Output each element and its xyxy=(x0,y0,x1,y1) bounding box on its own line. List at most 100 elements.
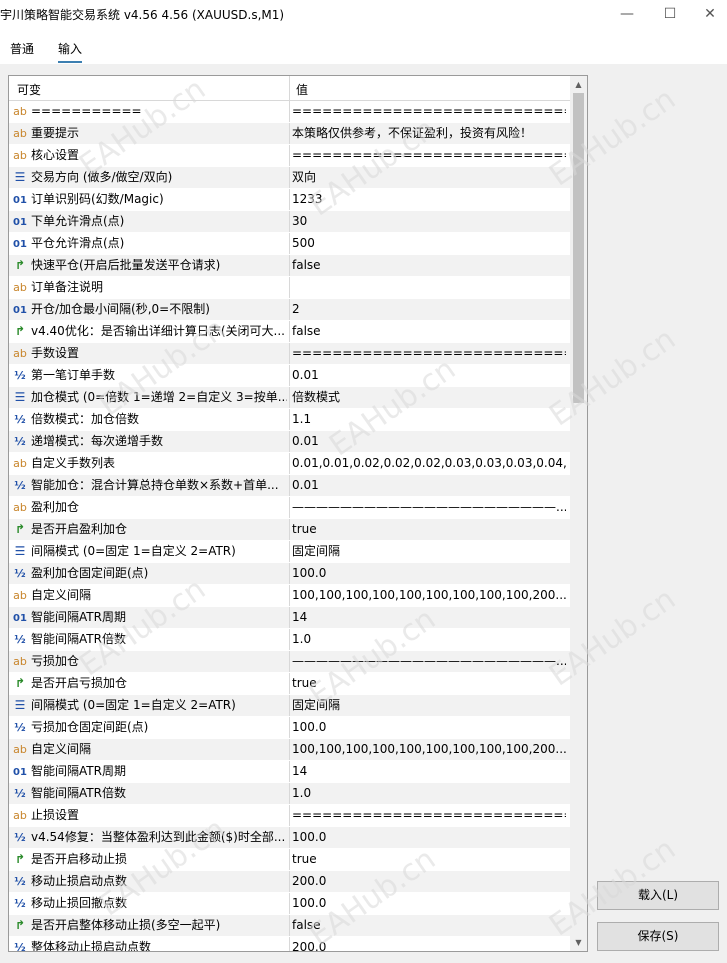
parameter-value[interactable]: false xyxy=(292,255,566,276)
parameter-value[interactable]: 固定间隔 xyxy=(292,695,566,716)
vertical-scrollbar[interactable]: ▲ ▼ xyxy=(570,76,587,951)
parameter-value[interactable]: 100.0 xyxy=(292,717,566,738)
table-row[interactable]: 01 智能间隔ATR周期 14 xyxy=(9,607,570,629)
table-row[interactable]: 01 订单识别码(幻数/Magic) 1233 xyxy=(9,189,570,211)
scroll-down-arrow-icon[interactable]: ▼ xyxy=(570,934,587,951)
table-row[interactable]: ab 亏损加仓 ——————————————————————... xyxy=(9,651,570,673)
table-row[interactable]: ↱ 是否开启盈利加仓 true xyxy=(9,519,570,541)
table-row[interactable]: ☰ 加仓模式 (0=倍数 1=递增 2=自定义 3=按单... 倍数模式 xyxy=(9,387,570,409)
table-row[interactable]: ½ 盈利加仓固定间距(点) 100.0 xyxy=(9,563,570,585)
column-separator[interactable] xyxy=(289,76,290,100)
parameter-value[interactable]: 500 xyxy=(292,233,566,254)
parameter-value[interactable]: ——————————————————————... xyxy=(292,497,566,518)
table-row[interactable]: ½ 第一笔订单手数 0.01 xyxy=(9,365,570,387)
parameter-value[interactable]: false xyxy=(292,915,566,936)
table-row[interactable]: ab 止损设置 ================================..… xyxy=(9,805,570,827)
save-button[interactable]: 保存(S) xyxy=(597,922,719,951)
parameter-value[interactable]: 1.0 xyxy=(292,783,566,804)
column-header-value[interactable]: 值 xyxy=(296,81,308,98)
parameter-value[interactable]: 100,100,100,100,100,100,100,100,100,200.… xyxy=(292,585,566,606)
parameter-value[interactable]: 1.0 xyxy=(292,629,566,650)
parameter-value[interactable]: 100.0 xyxy=(292,827,566,848)
maximize-button[interactable]: ☐ xyxy=(655,4,685,24)
parameter-value[interactable]: 100,100,100,100,100,100,100,100,100,200.… xyxy=(292,739,566,760)
table-row[interactable]: ↱ v4.40优化：是否输出详细计算日志(关闭可大... false xyxy=(9,321,570,343)
table-row[interactable]: ½ 移动止损启动点数 200.0 xyxy=(9,871,570,893)
parameter-value[interactable]: 0.01,0.01,0.02,0.02,0.02,0.03,0.03,0.03,… xyxy=(292,453,566,474)
cell-separator xyxy=(289,277,290,298)
scroll-up-arrow-icon[interactable]: ▲ xyxy=(570,76,587,93)
table-row[interactable]: ½ 整体移动止损启动点数 200.0 xyxy=(9,937,570,951)
table-row[interactable]: ☰ 间隔模式 (0=固定 1=自定义 2=ATR) 固定间隔 xyxy=(9,541,570,563)
table-row[interactable]: ½ 倍数模式：加仓倍数 1.1 xyxy=(9,409,570,431)
table-row[interactable]: ½ 智能间隔ATR倍数 1.0 xyxy=(9,629,570,651)
parameter-value[interactable]: 14 xyxy=(292,761,566,782)
parameter-value[interactable]: 固定间隔 xyxy=(292,541,566,562)
tab-inputs[interactable]: 输入 xyxy=(58,40,83,63)
table-row[interactable]: 01 下单允许滑点(点) 30 xyxy=(9,211,570,233)
table-row[interactable]: ab 自定义间隔 100,100,100,100,100,100,100,100,1… xyxy=(9,739,570,761)
parameter-value[interactable]: 本策略仅供参考，不保证盈利，投资有风险！ xyxy=(292,123,566,144)
table-row[interactable]: ↱ 快速平仓(开启后批量发送平仓请求) false xyxy=(9,255,570,277)
table-row[interactable]: ↱ 是否开启亏损加仓 true xyxy=(9,673,570,695)
parameter-value[interactable]: true xyxy=(292,849,566,870)
parameter-name-cell: ½ 盈利加仓固定间距(点) xyxy=(12,563,287,584)
parameter-value[interactable]: 100.0 xyxy=(292,563,566,584)
parameter-value[interactable]: 0.01 xyxy=(292,431,566,452)
parameter-value[interactable]: 倍数模式 xyxy=(292,387,566,408)
table-row[interactable]: ½ 智能间隔ATR倍数 1.0 xyxy=(9,783,570,805)
table-row[interactable]: ½ 智能加仓：混合计算总持仓单数×系数+首单... 0.01 xyxy=(9,475,570,497)
table-row[interactable]: ab =========== ===========================… xyxy=(9,101,570,123)
parameter-value[interactable]: 1.1 xyxy=(292,409,566,430)
parameter-value[interactable]: ================================... xyxy=(292,343,566,364)
table-row[interactable]: ab 核心设置 ================================..… xyxy=(9,145,570,167)
parameter-value[interactable]: ================================... xyxy=(292,805,566,826)
table-row[interactable]: ½ 递增模式：每次递增手数 0.01 xyxy=(9,431,570,453)
parameter-value[interactable]: 100.0 xyxy=(292,893,566,914)
parameter-value[interactable]: 200.0 xyxy=(292,871,566,892)
cell-separator xyxy=(289,255,290,276)
table-row[interactable]: ☰ 交易方向 (做多/做空/双向) 双向 xyxy=(9,167,570,189)
load-button[interactable]: 载入(L) xyxy=(597,881,719,910)
column-header-variable[interactable]: 可变 xyxy=(17,81,41,98)
table-row[interactable]: ½ 亏损加仓固定间距(点) 100.0 xyxy=(9,717,570,739)
parameter-value[interactable]: 200.0 xyxy=(292,937,566,951)
parameter-name: =========== xyxy=(31,104,142,118)
parameter-value[interactable]: 14 xyxy=(292,607,566,628)
table-row[interactable]: 01 平仓允许滑点(点) 500 xyxy=(9,233,570,255)
table-row[interactable]: ½ 移动止损回撤点数 100.0 xyxy=(9,893,570,915)
parameter-value[interactable]: 双向 xyxy=(292,167,566,188)
parameter-value[interactable] xyxy=(292,277,566,298)
tab-general[interactable]: 普通 xyxy=(10,40,34,61)
parameter-value[interactable]: true xyxy=(292,673,566,694)
parameter-value[interactable]: 0.01 xyxy=(292,365,566,386)
table-row[interactable]: ab 订单备注说明 xyxy=(9,277,570,299)
close-button[interactable]: ✕ xyxy=(695,4,725,24)
table-row[interactable]: ↱ 是否开启移动止损 true xyxy=(9,849,570,871)
table-row[interactable]: ab 盈利加仓 ——————————————————————... xyxy=(9,497,570,519)
table-row[interactable]: ab 自定义手数列表 0.01,0.01,0.02,0.02,0.02,0.03,0… xyxy=(9,453,570,475)
parameter-value[interactable]: false xyxy=(292,321,566,342)
parameter-value[interactable]: ================================... xyxy=(292,145,566,166)
parameter-value[interactable]: 30 xyxy=(292,211,566,232)
table-row[interactable]: ↱ 是否开启整体移动止损(多空一起平) false xyxy=(9,915,570,937)
parameter-value[interactable]: true xyxy=(292,519,566,540)
parameter-value[interactable]: 2 xyxy=(292,299,566,320)
table-row[interactable]: 01 智能间隔ATR周期 14 xyxy=(9,761,570,783)
minimize-button[interactable]: — xyxy=(612,4,642,24)
parameter-value[interactable]: ================================... xyxy=(292,101,566,122)
parameters-grid[interactable]: 可变 值 ab =========== ======================… xyxy=(8,75,588,952)
parameter-name-cell: ↱ v4.40优化：是否输出详细计算日志(关闭可大... xyxy=(12,321,287,342)
parameter-value[interactable]: ——————————————————————... xyxy=(292,651,566,672)
scrollbar-thumb[interactable] xyxy=(573,93,584,403)
table-row[interactable]: 01 开仓/加仓最小间隔(秒,0=不限制) 2 xyxy=(9,299,570,321)
enum-type-icon: ☰ xyxy=(14,390,26,404)
table-row[interactable]: ab 手数设置 ================================..… xyxy=(9,343,570,365)
bool-type-icon: ↱ xyxy=(14,676,26,690)
table-row[interactable]: ☰ 间隔模式 (0=固定 1=自定义 2=ATR) 固定间隔 xyxy=(9,695,570,717)
parameter-value[interactable]: 1233 xyxy=(292,189,566,210)
table-row[interactable]: ab 重要提示 本策略仅供参考，不保证盈利，投资有风险！ xyxy=(9,123,570,145)
parameter-value[interactable]: 0.01 xyxy=(292,475,566,496)
table-row[interactable]: ½ v4.54修复：当整体盈利达到此金额($)时全部... 100.0 xyxy=(9,827,570,849)
table-row[interactable]: ab 自定义间隔 100,100,100,100,100,100,100,100,1… xyxy=(9,585,570,607)
